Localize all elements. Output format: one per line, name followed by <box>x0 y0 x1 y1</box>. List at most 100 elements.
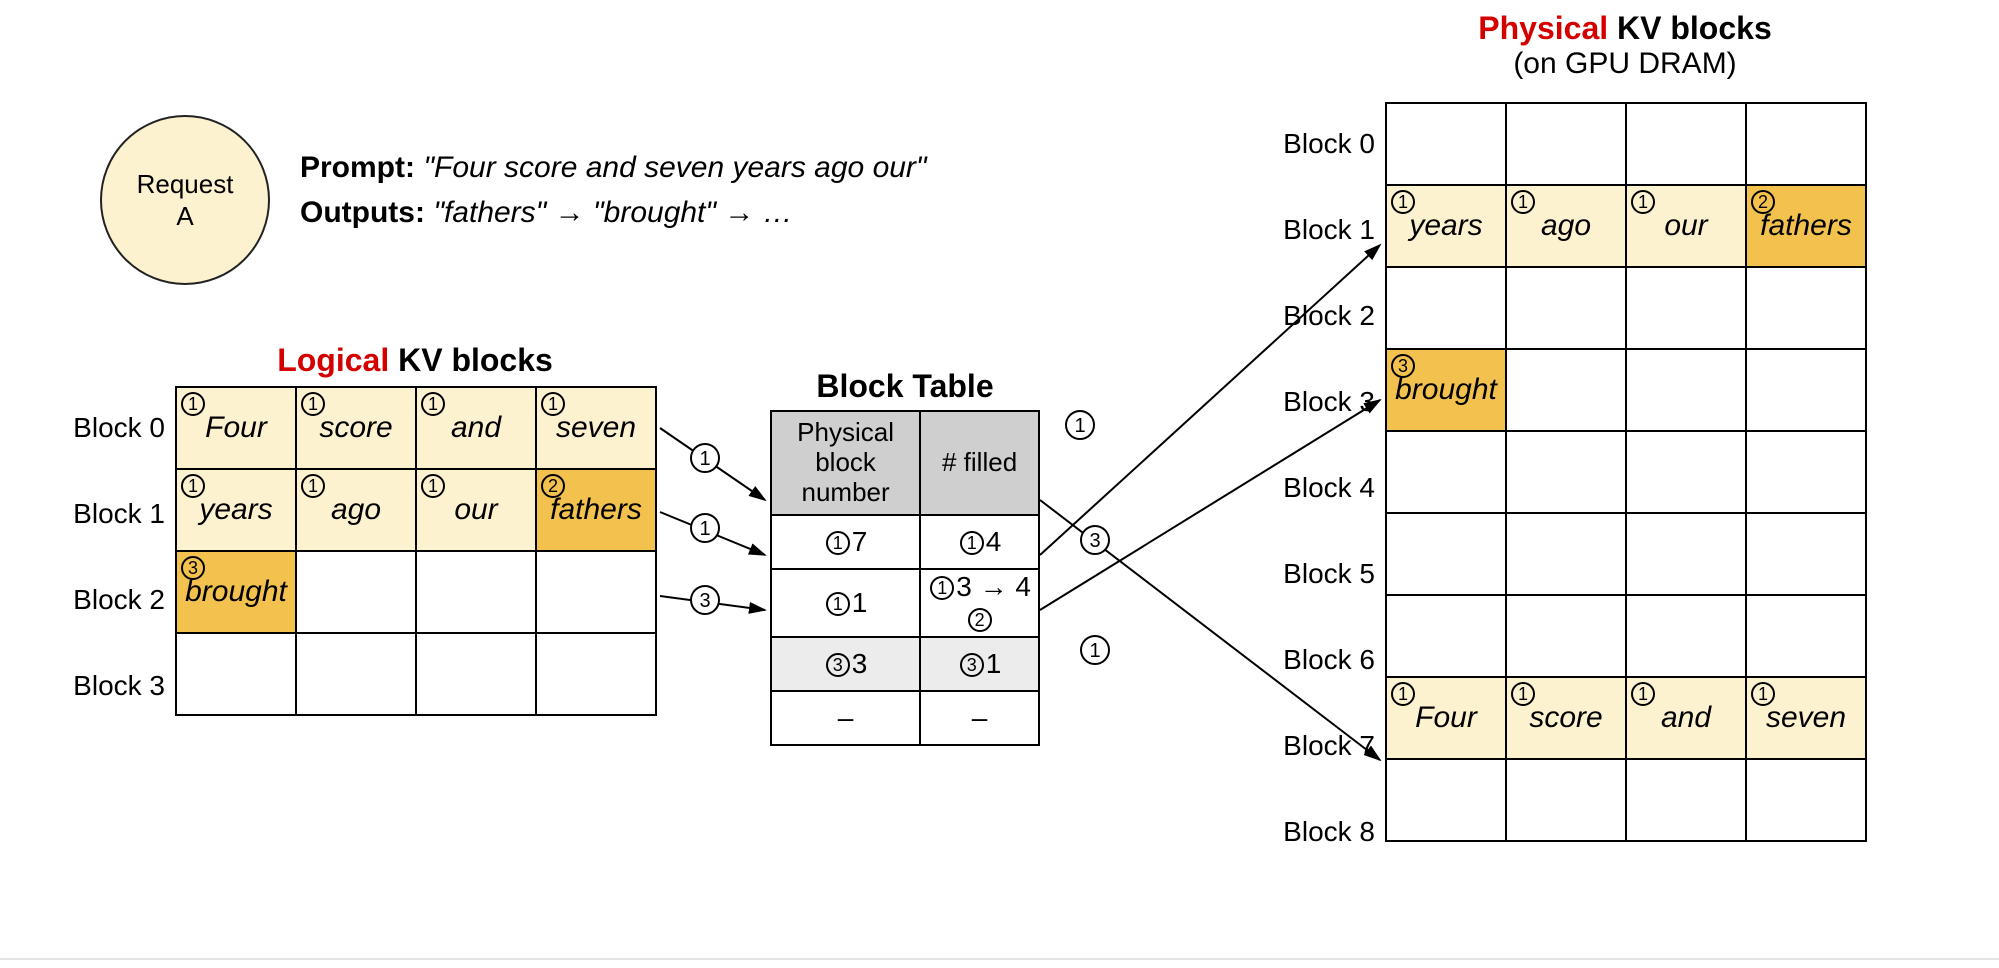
physical-cell <box>1506 267 1626 349</box>
logical-kv-table: Four1score1and1seven1years1ago1our1fathe… <box>175 386 657 716</box>
physical-cell <box>1506 759 1626 841</box>
title-logical-red: Logical <box>277 342 389 378</box>
step-badge: 1 <box>826 531 850 555</box>
physical-cell <box>1746 513 1866 595</box>
logical-cell: score1 <box>296 387 416 469</box>
physical-row-label: Block 4 <box>1255 472 1375 504</box>
step-badge: 1 <box>421 392 445 416</box>
bt-val: 3 <box>956 571 972 602</box>
physical-cell: and1 <box>1626 677 1746 759</box>
step-badge: 3 <box>1391 354 1415 378</box>
step-badge: 1 <box>181 392 205 416</box>
bt-val: 4 <box>986 526 1002 557</box>
step-badge: 1 <box>826 592 850 616</box>
kv-token: fathers <box>1760 209 1852 242</box>
logical-row-label: Block 0 <box>45 412 165 444</box>
bt-cell-filled: 13 → 42 <box>920 569 1039 637</box>
kv-token: Four <box>1415 701 1477 734</box>
bt-val: 7 <box>852 526 868 557</box>
physical-row-label: Block 6 <box>1255 644 1375 676</box>
request-line2: A <box>176 200 193 233</box>
logical-cell <box>296 633 416 715</box>
logical-cell: seven1 <box>536 387 656 469</box>
logical-cell: fathers2 <box>536 469 656 551</box>
physical-cell <box>1506 431 1626 513</box>
logical-cell: Four1 <box>176 387 296 469</box>
bt-val: – <box>838 702 854 733</box>
physical-cell: score1 <box>1506 677 1626 759</box>
physical-cell <box>1746 103 1866 185</box>
step-badge: 3 <box>826 653 850 677</box>
kv-token: fathers <box>550 493 642 526</box>
physical-cell <box>1626 595 1746 677</box>
logical-cell: and1 <box>416 387 536 469</box>
title-block-table: Block Table <box>790 368 1020 405</box>
physical-cell <box>1746 349 1866 431</box>
physical-cell <box>1746 431 1866 513</box>
bt-cell-physnum: 17 <box>771 515 920 569</box>
physical-cell: years1 <box>1386 185 1506 267</box>
kv-token: years <box>199 493 272 526</box>
physical-cell: fathers2 <box>1746 185 1866 267</box>
physical-cell <box>1746 759 1866 841</box>
logical-cell <box>296 551 416 633</box>
physical-cell <box>1506 103 1626 185</box>
physical-cell: our1 <box>1626 185 1746 267</box>
logical-cell: years1 <box>176 469 296 551</box>
request-circle: Request A <box>100 115 270 285</box>
step-badge: 1 <box>421 474 445 498</box>
step-badge: 1 <box>541 392 565 416</box>
logical-table-wrap: Four1score1and1seven1years1ago1our1fathe… <box>175 386 657 716</box>
prompt-text: "Four score and seven years ago our" <box>423 151 926 184</box>
logical-cell <box>536 633 656 715</box>
bt-cell-filled: 14 <box>920 515 1039 569</box>
kv-token: years <box>1409 209 1482 242</box>
kv-token: score <box>319 411 392 444</box>
physical-row-label: Block 0 <box>1255 128 1375 160</box>
physical-cell <box>1506 513 1626 595</box>
physical-kv-table: years1ago1our1fathers2brought3Four1score… <box>1385 102 1867 842</box>
step-badge: 1 <box>1391 682 1415 706</box>
kv-token: score <box>1529 701 1602 734</box>
outputs-label: Outputs: <box>300 196 425 229</box>
step-badge: 1 <box>1391 190 1415 214</box>
physical-cell <box>1746 595 1866 677</box>
title-physical-rest: KV blocks <box>1608 10 1772 46</box>
block-table-wrap: Physical block number # filled 17141113 … <box>770 410 1040 746</box>
physical-row-label: Block 7 <box>1255 730 1375 762</box>
physical-cell <box>1386 103 1506 185</box>
step-badge: 2 <box>968 608 992 632</box>
svg-text:1: 1 <box>1074 415 1085 437</box>
kv-token: brought <box>1395 373 1497 406</box>
bt-cell-physnum: – <box>771 691 920 745</box>
request-line1: Request <box>137 168 234 201</box>
logical-cell <box>416 551 536 633</box>
title-physical-sub: (on GPU DRAM) <box>1370 47 1880 81</box>
logical-cell <box>536 551 656 633</box>
physical-cell <box>1626 513 1746 595</box>
bt-header-filled: # filled <box>920 411 1039 515</box>
physical-cell <box>1506 349 1626 431</box>
logical-cell <box>416 633 536 715</box>
physical-cell <box>1626 267 1746 349</box>
prompt-block: Prompt: "Four score and seven years ago … <box>300 145 927 235</box>
svg-text:1: 1 <box>699 518 710 540</box>
bt-val: 1 <box>986 648 1002 679</box>
title-physical: Physical KV blocks <box>1370 10 1880 47</box>
step-badge: 1 <box>960 531 984 555</box>
kv-token: seven <box>556 411 636 444</box>
physical-cell <box>1626 431 1746 513</box>
logical-row-label: Block 1 <box>45 498 165 530</box>
step-badge: 1 <box>181 474 205 498</box>
physical-cell <box>1626 103 1746 185</box>
kv-token: our <box>454 493 497 526</box>
step-badge: 1 <box>1631 682 1655 706</box>
physical-cell <box>1386 759 1506 841</box>
logical-cell: ago1 <box>296 469 416 551</box>
physical-cell <box>1626 349 1746 431</box>
title-logical: Logical KV blocks <box>260 342 570 379</box>
physical-cell <box>1386 431 1506 513</box>
physical-cell <box>1386 513 1506 595</box>
step-badge: 1 <box>301 474 325 498</box>
step-badge: 3 <box>960 653 984 677</box>
